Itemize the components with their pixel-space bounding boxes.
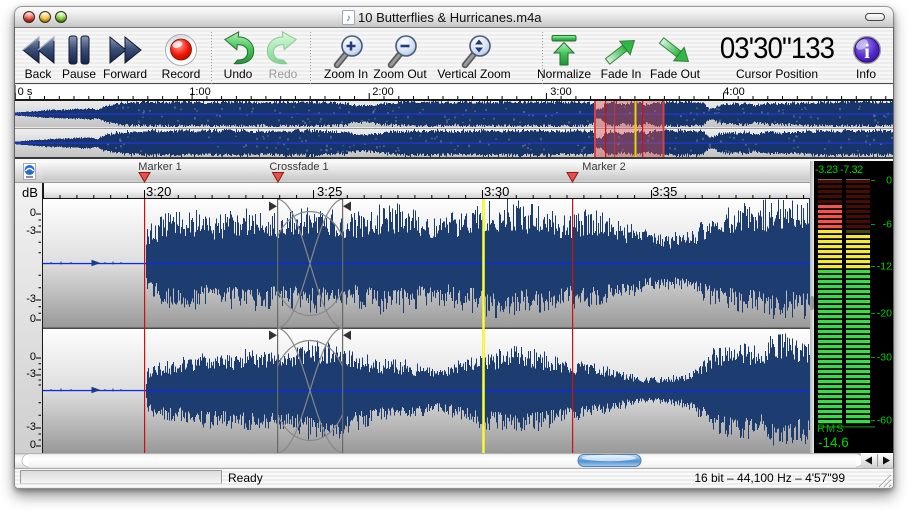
svg-text:-30: -30 <box>877 352 892 364</box>
svg-text:-20: -20 <box>877 308 892 320</box>
svg-text:-60: -60 <box>877 415 892 427</box>
svg-text:RMS: RMS <box>817 423 844 435</box>
svg-text:0: 0 <box>886 175 892 187</box>
svg-text:-12: -12 <box>877 261 892 273</box>
svg-text:-14.6: -14.6 <box>818 435 849 450</box>
svg-text:-6: -6 <box>883 219 892 231</box>
